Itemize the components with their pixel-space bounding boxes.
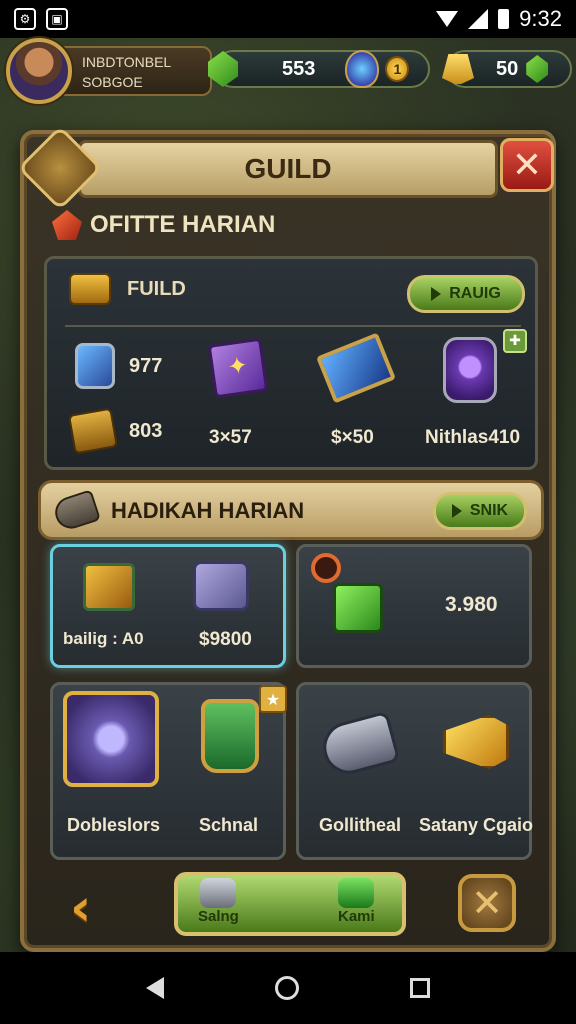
cancel-button[interactable]: ✕ [458, 874, 516, 932]
game-screen: { "status_bar": { "time": "9:32" }, "hud… [0, 0, 576, 1024]
blue-crystal-icon [345, 50, 380, 88]
close-icon: ✕ [511, 144, 543, 186]
cannon-icon [51, 489, 101, 533]
green-badge-icon [338, 878, 375, 908]
gallery-notification-icon: ▣ [46, 8, 68, 30]
confirm-right-label: Kami [338, 908, 375, 925]
status-bar: ⚙ ▣ 9:32 [0, 0, 576, 38]
guild-box-header-text: FUILD [127, 277, 186, 300]
confirm-left-label: Salng [198, 908, 239, 925]
scroll-label: $×50 [331, 427, 374, 448]
reward-card-2[interactable]: 3.980 [296, 544, 532, 668]
nav-back-icon[interactable] [145, 977, 164, 999]
reward-card-1[interactable]: bailig : A0 $9800 [50, 544, 286, 668]
system-nav-bar [0, 952, 576, 1024]
green-cube-icon [333, 583, 383, 633]
top-hud: INBDTONBEL SOBGOE 553 1 50 [0, 38, 576, 108]
guild-item-chest[interactable]: 803 [67, 407, 163, 455]
card3-label: Dobleslors [67, 815, 161, 835]
resource-bells[interactable]: 50 [442, 50, 572, 88]
helmet-icon [200, 878, 237, 908]
golden-horn-icon [443, 715, 509, 769]
close-button[interactable]: ✕ [500, 138, 554, 192]
resource-gems[interactable]: 553 1 [208, 50, 430, 88]
play-icon [451, 504, 462, 518]
mech-crate-icon [63, 691, 159, 787]
panel-footer: ‹ Salng Kami ✕ [24, 866, 552, 946]
bell-count: 50 [496, 57, 519, 80]
gold-chest-icon [67, 407, 119, 455]
daily-section-title: OFITTE HARIAN [52, 210, 275, 240]
hadikah-title-text: HADIKAH HARIAN [111, 498, 305, 523]
daily-title-text: OFITTE HARIAN [90, 211, 276, 238]
card1-label-left: bailig : A0 [63, 629, 144, 648]
confirm-left-part: Salng [198, 878, 239, 925]
cube-label: 3×57 [209, 427, 252, 448]
card5-label: Gollitheal [319, 815, 402, 835]
reward-card-3[interactable]: ★ Dobleslors Schnal [50, 682, 287, 860]
guild-box-header: FUILD [69, 273, 186, 305]
player-name: INBDTONBEL [82, 54, 172, 70]
coin-badge-icon: 1 [385, 56, 410, 82]
coin-badge-count: 1 [393, 61, 402, 77]
guild-item-shield[interactable]: 977 [75, 343, 162, 389]
ring-badge-icon [311, 553, 341, 583]
purple-cube-icon[interactable] [207, 337, 269, 399]
card1-label-right: $9800 [199, 629, 252, 650]
star-badge-icon: ★ [259, 685, 287, 713]
confirm-button[interactable]: Salng Kami [174, 872, 406, 936]
purple-backpack-icon[interactable] [443, 337, 497, 403]
play-icon [431, 287, 442, 301]
card2-value: 3.980 [445, 593, 498, 616]
guild-rewards-box: FUILD RAUIG ✚ 977 803 3×57 $×50 Nithlas4… [44, 256, 538, 470]
wifi-icon [436, 11, 459, 27]
hadikah-section-header: HADIKAH HARIAN SNIK [38, 480, 544, 540]
green-gem-small-icon [526, 55, 549, 83]
gem-count: 553 [282, 57, 316, 80]
battery-icon [498, 9, 510, 29]
panel-title-bar: GUILD [78, 140, 498, 198]
card4-label: Schnal [199, 815, 259, 835]
bell-icon [442, 54, 474, 84]
nav-home-icon[interactable] [274, 976, 299, 1000]
plus-badge-icon[interactable]: ✚ [503, 329, 527, 353]
back-arrow-icon: ‹ [70, 878, 92, 938]
hadikah-action-button[interactable]: SNIK [433, 492, 527, 530]
silver-cannon-icon [317, 710, 401, 780]
green-gem-icon [208, 51, 238, 87]
flame-icon [52, 210, 82, 240]
robot-icon [193, 561, 249, 611]
magic-scroll-icon[interactable] [316, 332, 396, 404]
nav-recents-icon[interactable] [410, 978, 431, 998]
card6-label: Satany Cgaio [419, 815, 534, 835]
hadikah-action-label: SNIK [469, 502, 509, 519]
green-bucket-icon [201, 699, 259, 773]
back-arrow-button[interactable]: ‹ [70, 880, 126, 936]
chest-count: 803 [129, 419, 163, 442]
backpack-label: Nithlas410 [425, 427, 521, 448]
blue-shield-icon [75, 343, 115, 389]
shield-count: 977 [129, 354, 163, 377]
cancel-icon: ✕ [471, 881, 503, 925]
player-info[interactable]: INBDTONBEL SOBGOE [62, 46, 212, 96]
hadikah-title: HADIKAH HARIAN [51, 489, 305, 533]
signal-icon [468, 9, 489, 29]
gold-crate-icon [83, 563, 135, 611]
treasure-chest-icon [69, 273, 111, 305]
app-notification-icon: ⚙ [14, 8, 36, 30]
player-subtitle: SOBGOE [82, 74, 143, 90]
player-avatar[interactable] [6, 38, 72, 104]
guild-box-divider [65, 325, 521, 327]
confirm-right-part: Kami [338, 878, 375, 925]
guild-action-label: RAUIG [449, 285, 501, 302]
reward-card-4[interactable]: Gollitheal Satany Cgaio [296, 682, 534, 860]
panel-title: GUILD [244, 153, 332, 184]
clock: 9:32 [519, 6, 562, 31]
guild-panel: GUILD ✕ OFITTE HARIAN FUILD RAUIG ✚ 977 [17, 125, 556, 952]
guild-action-button[interactable]: RAUIG [407, 275, 525, 313]
